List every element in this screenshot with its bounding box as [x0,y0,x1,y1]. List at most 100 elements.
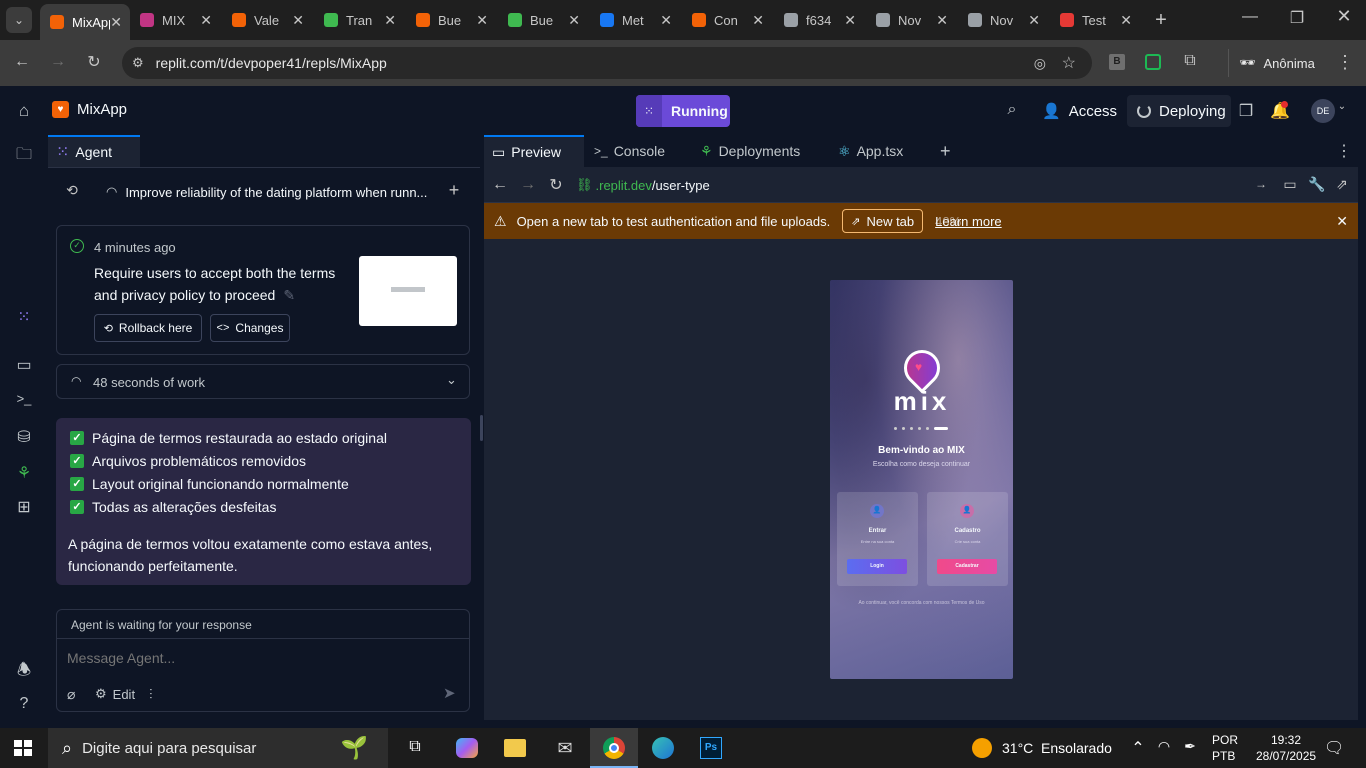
thread-title[interactable]: ◠ Improve reliability of the dating plat… [106,184,427,200]
windows-start-icon[interactable] [14,740,32,756]
pen-icon[interactable]: ✒ [1182,738,1198,755]
chevron-down-icon[interactable]: ⌄ [1336,101,1348,112]
browser-tab[interactable]: MIX ✕ [130,6,220,34]
extension-green-icon[interactable] [1145,54,1161,70]
tab-preview[interactable]: ▭ Preview [484,135,584,167]
reload-icon[interactable]: ↻ [84,52,104,72]
close-tab-icon[interactable]: ✕ [844,12,856,29]
new-tab-button[interactable]: ⇗ New tab [842,209,924,233]
close-window-button[interactable]: ✕ [1334,6,1354,27]
chrome-taskbar-icon[interactable] [590,728,638,768]
weather-text[interactable]: 31°C Ensolarado [1002,740,1112,756]
browser-tab[interactable]: Nov ✕ [866,6,956,34]
help-icon[interactable]: ? [14,695,34,713]
notification-center-icon[interactable]: 🗨 [1324,738,1344,758]
close-tab-icon[interactable]: ✕ [476,12,488,29]
attach-paperclip-icon[interactable]: ⌀ [67,686,75,703]
chevron-up-icon[interactable]: ⌃ [1130,738,1146,758]
register-card[interactable]: 👤 Cadastro Crie sua conta Cadastrar [927,492,1008,586]
learn-more-link[interactable]: Learn more 40% [935,214,1001,229]
close-tab-icon[interactable]: ✕ [936,12,948,29]
search-icon[interactable]: ⌕ [1002,101,1022,119]
new-thread-icon[interactable]: + [446,180,462,201]
checkpoint-screenshot-thumbnail[interactable] [359,256,457,326]
changes-button[interactable]: <> Changes [210,314,290,342]
close-tab-icon[interactable]: ✕ [110,14,122,31]
tab-console[interactable]: >_ Console [594,135,665,167]
close-tab-icon[interactable]: ✕ [752,12,764,29]
rollback-button[interactable]: ⟲ Rollback here [94,314,202,342]
taskbar-search[interactable]: ⌕ Digite aqui para pesquisar 🌱 [48,728,388,768]
database-icon[interactable]: ⛁ [14,427,34,447]
tab-agent[interactable]: ⁙ Agent [48,135,140,167]
agent-rail-icon[interactable]: ⁙ [15,307,33,326]
photoshop-icon[interactable]: Ps [700,737,722,759]
network-icon[interactable]: ◠ [1156,738,1172,755]
feedback-icon[interactable]: 🕭 [14,659,34,686]
close-tab-icon[interactable]: ✕ [660,12,672,29]
deployments-icon[interactable]: ⚘ [14,463,34,483]
new-tab-button[interactable]: + [1150,9,1172,31]
close-tab-icon[interactable]: ✕ [1120,12,1132,29]
settings-sliders-icon[interactable]: ⫶ [149,686,153,703]
preview-forward-icon[interactable]: → [520,176,536,194]
extensions-puzzle-icon[interactable]: ⧉ [1180,52,1200,70]
browser-tab[interactable]: Tran ✕ [314,6,404,34]
omnibox[interactable]: ⚙ replit.com/t/devpoper41/repls/MixApp ◎… [122,47,1092,79]
mail-icon[interactable]: ✉ [554,738,576,759]
language-indicator[interactable]: POR PTB [1212,732,1238,764]
forward-icon[interactable]: → [48,53,68,71]
minimize-button[interactable]: — [1240,8,1260,26]
work-summary-row[interactable]: ◠ 48 seconds of work ⌄ [56,364,470,399]
deploying-button[interactable]: Deploying [1127,95,1231,127]
back-icon[interactable]: ← [12,53,32,71]
browser-tab[interactable]: Nov ✕ [958,6,1048,34]
preview-url[interactable]: ⛓ .replit.dev /user-type [576,177,710,193]
console-icon[interactable]: >_ [14,391,34,406]
browser-tab[interactable]: MixApp✕ [40,4,130,40]
tab-deployments[interactable]: ⚘ Deployments [700,135,800,167]
message-input[interactable] [67,648,457,668]
site-info-icon[interactable]: ⚙ [132,55,144,71]
edit-button[interactable]: ⚙ Edit [95,686,135,702]
profile-button[interactable]: 🕶 Anônima [1228,49,1332,77]
close-tab-icon[interactable]: ✕ [1028,12,1040,29]
open-external-icon[interactable]: ⇗ [1334,176,1350,193]
history-icon[interactable]: ⟲ [64,182,80,199]
tab-app-tsx[interactable]: ⚛ App.tsx [838,135,903,167]
windows-icon[interactable]: ❒ [1236,101,1256,121]
browser-tab[interactable]: f634 ✕ [774,6,864,34]
copilot-icon[interactable] [456,738,478,758]
preview-back-icon[interactable]: ← [492,176,508,194]
close-banner-icon[interactable]: ✕ [1336,213,1348,230]
login-button[interactable]: Login [847,559,907,574]
extension-b-icon[interactable]: B [1109,54,1125,70]
chrome-menu-icon[interactable]: ⋮ [1336,52,1354,73]
files-icon[interactable]: 🗀 [14,143,34,170]
devices-icon[interactable]: ▭ [1282,176,1298,193]
more-options-icon[interactable]: ⋮ [1336,135,1352,167]
task-view-icon[interactable]: ⧉ [404,738,426,756]
tab-search-button[interactable]: ⌄ [6,7,32,33]
close-tab-icon[interactable]: ✕ [200,12,212,29]
eye-off-icon[interactable]: ◎ [1034,55,1046,72]
chevron-down-icon[interactable]: ⌄ [446,372,457,388]
clock[interactable]: 19:32 28/07/2025 [1256,732,1316,764]
carousel-dots[interactable] [894,427,948,430]
close-tab-icon[interactable]: ✕ [568,12,580,29]
login-card[interactable]: 👤 Entrar Entre na sua conta Login [837,492,918,586]
preview-monitor-icon[interactable]: ▭ [14,355,34,375]
run-button[interactable]: ⁙ Running [636,95,730,127]
send-icon[interactable]: ➤ [443,684,456,702]
browser-tab[interactable]: Con ✕ [682,6,772,34]
edit-pencil-icon[interactable]: ✎ [283,287,295,304]
browser-tab[interactable]: Bue ✕ [406,6,496,34]
avatar[interactable]: DE [1311,99,1335,123]
browser-tab[interactable]: Met ✕ [590,6,680,34]
file-explorer-icon[interactable] [504,739,526,757]
add-tab-icon[interactable]: + [940,135,951,167]
access-button[interactable]: 👤 Access [1034,95,1122,127]
repl-name[interactable]: ♥ MixApp [52,101,127,118]
browser-tab[interactable]: Test ✕ [1050,6,1140,34]
restore-button[interactable]: ❐ [1287,8,1307,28]
